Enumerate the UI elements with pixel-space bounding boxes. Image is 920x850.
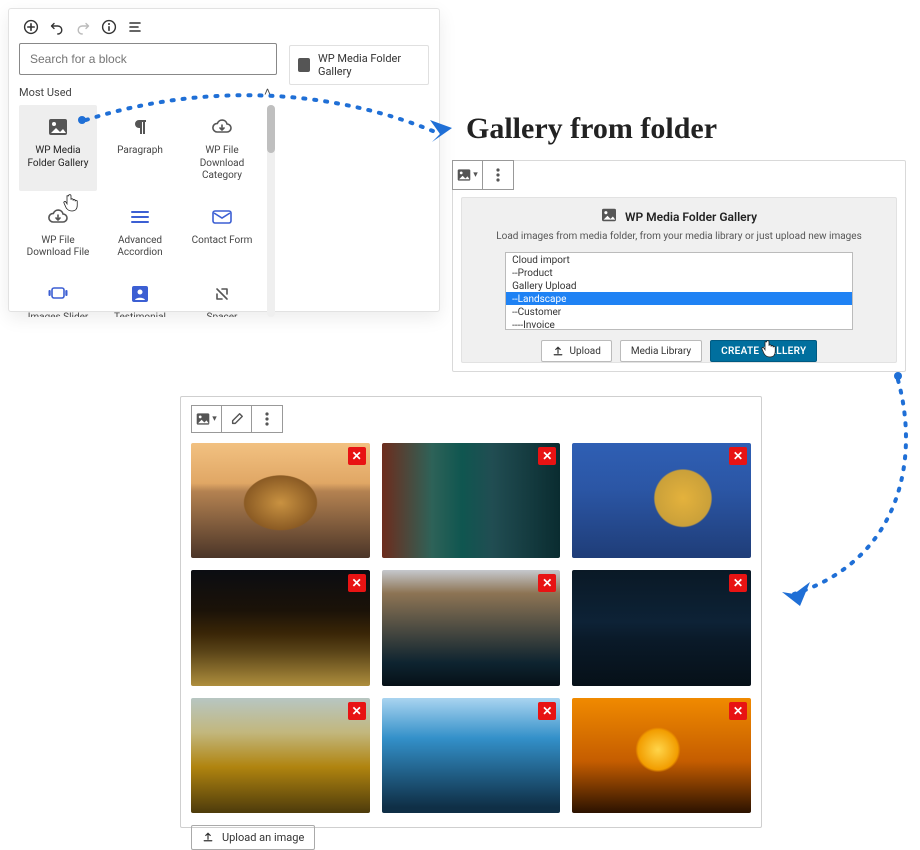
block-more-menu[interactable]	[483, 161, 513, 189]
create-gallery-button-label: CREATE GALLERY	[721, 346, 806, 357]
add-block-icon[interactable]	[21, 17, 41, 37]
scrollbar[interactable]	[267, 105, 275, 317]
block-type-switcher[interactable]: ▾	[192, 406, 222, 432]
image-icon	[298, 58, 310, 72]
block-list-scroll: WP Media Folder Gallery Paragraph	[19, 105, 277, 317]
gallery-image[interactable]: ✕	[572, 570, 751, 685]
delete-image-icon[interactable]: ✕	[729, 447, 747, 465]
carousel-icon	[23, 280, 93, 308]
cloud-download-icon	[23, 203, 93, 231]
redo-icon[interactable]	[73, 17, 93, 37]
gallery-image[interactable]: ✕	[191, 443, 370, 558]
block-inserter-preview: WP Media Folder Gallery	[287, 43, 429, 317]
most-used-label: Most Used	[19, 86, 72, 99]
delete-image-icon[interactable]: ✕	[729, 702, 747, 720]
image-icon	[23, 113, 93, 141]
gallery-folder-block-panel: ▾ WP Media Folder Gallery Load images fr…	[452, 160, 906, 372]
delete-image-icon[interactable]: ✕	[729, 574, 747, 592]
placeholder-title: WP Media Folder Gallery	[625, 210, 757, 224]
chevron-down-icon: ▾	[212, 414, 217, 424]
image-icon	[601, 208, 617, 225]
info-icon[interactable]	[99, 17, 119, 37]
block-toolbar: ▾	[452, 160, 514, 190]
block-item-label: Images Slider	[23, 312, 93, 318]
upload-image-button[interactable]: Upload an image	[191, 825, 315, 850]
upload-button[interactable]: Upload	[541, 340, 612, 362]
media-library-button-label: Media Library	[631, 346, 691, 357]
block-item-label: Contact Form	[187, 235, 257, 248]
upload-image-label: Upload an image	[222, 831, 304, 844]
block-item-paragraph[interactable]: Paragraph	[101, 105, 179, 191]
block-item-spacer[interactable]: Spacer	[183, 272, 261, 318]
gallery-image[interactable]: ✕	[191, 570, 370, 685]
avatar-icon	[105, 280, 175, 308]
block-item-label: Advanced Accordion	[105, 235, 175, 260]
block-toolbar: ▾	[191, 405, 283, 433]
gallery-result-panel: ▾ ✕ ✕ ✕ ✕ ✕ ✕ ✕ ✕ ✕ Upload an image	[180, 396, 762, 828]
block-search-input[interactable]	[19, 43, 277, 75]
gallery-image[interactable]: ✕	[382, 443, 561, 558]
selected-block-label: WP Media Folder Gallery	[318, 52, 420, 78]
chevron-down-icon: ▾	[473, 170, 478, 180]
folder-select-list[interactable]: Cloud import --Product Gallery Upload --…	[505, 252, 853, 330]
delete-image-icon[interactable]: ✕	[348, 447, 366, 465]
gallery-image[interactable]: ✕	[572, 443, 751, 558]
create-gallery-button[interactable]: CREATE GALLERY	[710, 340, 817, 362]
gallery-grid: ✕ ✕ ✕ ✕ ✕ ✕ ✕ ✕ ✕	[191, 443, 751, 813]
block-inserter-left: Most Used ˄ WP Media Folder Gallery	[19, 43, 277, 317]
delete-image-icon[interactable]: ✕	[538, 574, 556, 592]
block-item-wpfd-file[interactable]: WP File Download File	[19, 195, 97, 268]
folder-option[interactable]: Gallery Upload	[506, 279, 852, 292]
delete-image-icon[interactable]: ✕	[348, 702, 366, 720]
scrollbar-thumb[interactable]	[267, 105, 275, 153]
most-used-section-header[interactable]: Most Used ˄	[19, 85, 277, 99]
folder-option[interactable]: ----Invoice	[506, 318, 852, 331]
block-item-wpmf-gallery[interactable]: WP Media Folder Gallery	[19, 105, 97, 191]
gallery-folder-placeholder: WP Media Folder Gallery Load images from…	[461, 197, 897, 363]
block-item-contact-form[interactable]: Contact Form	[183, 195, 261, 268]
upload-button-label: Upload	[570, 346, 601, 357]
gallery-image[interactable]: ✕	[191, 698, 370, 813]
spacer-icon	[187, 280, 257, 308]
pilcrow-icon	[105, 113, 175, 141]
chevron-up-icon: ˄	[264, 85, 271, 99]
delete-image-icon[interactable]: ✕	[538, 447, 556, 465]
block-item-images-slider[interactable]: Images Slider	[19, 272, 97, 318]
menu-lines-icon	[105, 203, 175, 231]
block-type-switcher[interactable]: ▾	[453, 161, 483, 189]
gallery-from-folder-heading: Gallery from folder	[466, 112, 717, 146]
outline-icon[interactable]	[125, 17, 145, 37]
edit-gallery-button[interactable]	[222, 406, 252, 432]
block-item-label: WP File Download Category	[187, 145, 257, 183]
block-item-advanced-accordion[interactable]: Advanced Accordion	[101, 195, 179, 268]
cloud-download-icon	[187, 113, 257, 141]
mail-icon	[187, 203, 257, 231]
folder-option-selected[interactable]: --Landscape	[506, 292, 852, 305]
block-more-menu[interactable]	[252, 406, 282, 432]
block-item-testimonial[interactable]: Testimonial	[101, 272, 179, 318]
placeholder-subtitle: Load images from media folder, from your…	[472, 231, 886, 242]
delete-image-icon[interactable]: ✕	[348, 574, 366, 592]
gallery-image[interactable]: ✕	[382, 698, 561, 813]
delete-image-icon[interactable]: ✕	[538, 702, 556, 720]
upload-icon	[202, 831, 214, 843]
block-item-label: WP Media Folder Gallery	[23, 145, 93, 170]
folder-option[interactable]: --Product	[506, 266, 852, 279]
gallery-image[interactable]: ✕	[382, 570, 561, 685]
editor-top-toolbar	[19, 15, 429, 43]
block-item-label: Testimonial	[105, 312, 175, 318]
flow-arrow-2	[770, 370, 920, 620]
folder-option[interactable]: Cloud import	[506, 253, 852, 266]
block-item-label: WP File Download File	[23, 235, 93, 260]
gallery-image[interactable]: ✕	[572, 698, 751, 813]
media-library-button[interactable]: Media Library	[620, 340, 702, 362]
block-item-wpfd-category[interactable]: WP File Download Category	[183, 105, 261, 191]
block-item-label: Paragraph	[105, 145, 175, 158]
selected-block-token: WP Media Folder Gallery	[289, 45, 429, 85]
folder-option[interactable]: --Customer	[506, 305, 852, 318]
block-item-label: Spacer	[187, 312, 257, 318]
block-inserter-panel: Most Used ˄ WP Media Folder Gallery	[8, 8, 440, 312]
undo-icon[interactable]	[47, 17, 67, 37]
